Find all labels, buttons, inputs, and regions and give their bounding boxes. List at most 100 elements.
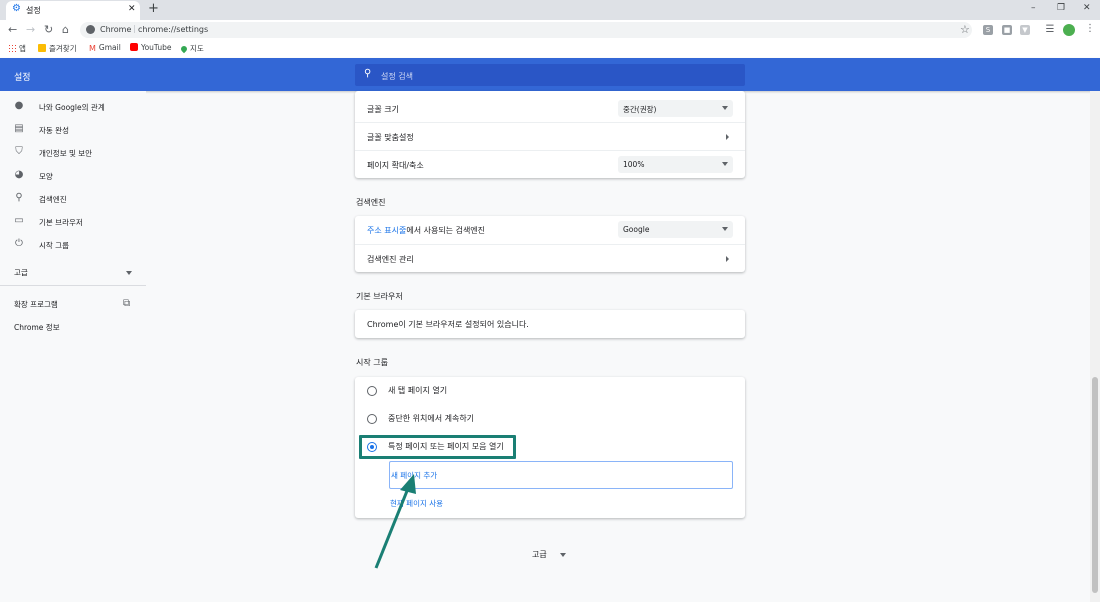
sidebar-about-chrome[interactable]: Chrome 정보 bbox=[0, 317, 146, 337]
sidebar-item-label: 시작 그룹 bbox=[39, 241, 69, 250]
sidebar-item-privacy[interactable]: ⛉ 개인정보 및 보안 bbox=[0, 143, 146, 163]
zoom-select[interactable]: 100% bbox=[618, 156, 733, 173]
add-page-field[interactable]: 새 페이지 추가 bbox=[389, 461, 733, 489]
sidebar-item-you-and-google[interactable]: ● 나와 Google의 관계 bbox=[0, 97, 146, 117]
search-icon: ⚲ bbox=[364, 68, 372, 79]
sidebar-item-label: 나와 Google의 관계 bbox=[39, 103, 105, 112]
advanced-toggle[interactable]: 고급 bbox=[532, 548, 572, 562]
gmail-icon: M bbox=[89, 44, 96, 53]
search-engine-card: 주소 표시줄에서 사용되는 검색엔진 Google 검색엔진 관리 bbox=[355, 216, 745, 272]
advanced-label: 고급 bbox=[532, 550, 547, 559]
home-icon[interactable]: ⌂ bbox=[62, 23, 69, 36]
appearance-card: 글꼴 크기 중간(권장) 글꼴 맞춤설정 페이지 확대/축소 100% bbox=[355, 91, 745, 178]
media-icon[interactable]: ☰ bbox=[1045, 25, 1055, 35]
sidebar-item-default-browser[interactable]: ▭ 기본 브라우저 bbox=[0, 212, 146, 232]
forward-icon[interactable]: → bbox=[26, 23, 35, 36]
bookmark-youtube[interactable]: YouTube bbox=[130, 43, 172, 52]
new-tab-button[interactable]: + bbox=[148, 1, 159, 16]
search-engine-value: Google bbox=[623, 225, 650, 234]
bookmark-maps[interactable]: 지도 bbox=[179, 43, 204, 54]
zoom-row: 페이지 확대/축소 100% bbox=[355, 150, 745, 179]
youtube-icon bbox=[130, 43, 138, 51]
person-icon: ● bbox=[14, 100, 24, 111]
extension-icon[interactable]: S bbox=[983, 25, 993, 35]
radio-button[interactable] bbox=[367, 414, 377, 424]
default-browser-status: Chrome이 기본 브라우저로 설정되어 있습니다. bbox=[367, 320, 529, 329]
manage-search-engines-row[interactable]: 검색엔진 관리 bbox=[355, 244, 745, 273]
chevron-right-icon bbox=[726, 134, 729, 140]
apps-grid-icon bbox=[8, 44, 16, 52]
bookmark-apps[interactable]: 앱 bbox=[8, 43, 26, 54]
search-engine-select[interactable]: Google bbox=[618, 221, 733, 238]
font-size-value: 중간(권장) bbox=[623, 105, 657, 114]
page-title: 설정 bbox=[14, 73, 31, 83]
tab-settings[interactable]: ⚙ 설정 ✕ bbox=[6, 1, 140, 20]
menu-icon[interactable]: ⋮ bbox=[1085, 23, 1095, 34]
bookmark-label: 즐겨찾기 bbox=[49, 44, 77, 53]
address-bar-link[interactable]: 주소 표시줄 bbox=[367, 226, 406, 235]
default-browser-section-title: 기본 브라우저 bbox=[356, 292, 403, 301]
close-window-button[interactable]: ✕ bbox=[1083, 3, 1091, 13]
bookmark-favorites[interactable]: 즐겨찾기 bbox=[38, 43, 77, 54]
bookmark-star-icon[interactable]: ☆ bbox=[960, 23, 970, 36]
restore-button[interactable]: ❐ bbox=[1057, 3, 1065, 13]
sidebar-item-startup[interactable]: ⏻ 시작 그룹 bbox=[0, 235, 146, 255]
font-size-label: 글꼴 크기 bbox=[367, 105, 399, 114]
startup-option-continue[interactable]: 중단한 위치에서 계속하기 bbox=[355, 405, 745, 433]
sidebar-item-label: 모양 bbox=[39, 172, 53, 181]
default-browser-card: Chrome이 기본 브라우저로 설정되어 있습니다. bbox=[355, 310, 745, 338]
gear-icon: ⚙ bbox=[12, 3, 21, 14]
chevron-right-icon bbox=[726, 256, 729, 262]
custom-fonts-row[interactable]: 글꼴 맞춤설정 bbox=[355, 122, 745, 151]
search-engine-section-title: 검색엔진 bbox=[356, 198, 386, 207]
minimize-button[interactable]: – bbox=[1031, 3, 1036, 13]
font-size-row: 글꼴 크기 중간(권장) bbox=[355, 94, 745, 122]
address-bar[interactable]: Chrome | chrome://settings ☆ bbox=[80, 22, 972, 38]
startup-option-new-tab[interactable]: 새 탭 페이지 열기 bbox=[355, 377, 745, 405]
sidebar-item-autofill[interactable]: ▤ 자동 완성 bbox=[0, 120, 146, 140]
sidebar: ● 나와 Google의 관계 ▤ 자동 완성 ⛉ 개인정보 및 보안 ◕ 모양… bbox=[0, 91, 146, 602]
sidebar-extensions[interactable]: 확장 프로그램 ⧉ bbox=[0, 294, 146, 314]
zoom-label: 페이지 확대/축소 bbox=[367, 161, 424, 170]
tab-strip: ⚙ 설정 ✕ + – ❐ ✕ bbox=[0, 0, 1100, 20]
custom-fonts-label: 글꼴 맞춤설정 bbox=[367, 133, 414, 142]
extension-icon[interactable]: ■ bbox=[1002, 25, 1012, 35]
sidebar-extensions-label: 확장 프로그램 bbox=[14, 300, 58, 309]
shield-icon: ⛉ bbox=[15, 146, 23, 157]
open-external-icon: ⧉ bbox=[123, 298, 131, 309]
chevron-down-icon bbox=[126, 271, 132, 275]
font-size-select[interactable]: 중간(권장) bbox=[618, 100, 733, 117]
dropdown-arrow-icon bbox=[722, 162, 728, 166]
sidebar-item-search-engine[interactable]: ⚲ 검색엔진 bbox=[0, 189, 146, 209]
sidebar-item-appearance[interactable]: ◕ 모양 bbox=[0, 166, 146, 186]
annotation-highlight-box bbox=[359, 435, 516, 459]
address-separator: | bbox=[133, 24, 136, 33]
back-icon[interactable]: ← bbox=[8, 23, 17, 36]
search-input[interactable] bbox=[379, 68, 723, 84]
sidebar-advanced[interactable]: 고급 bbox=[0, 262, 146, 282]
avatar[interactable] bbox=[1063, 24, 1075, 36]
scrollbar-thumb[interactable] bbox=[1092, 377, 1098, 593]
search-engine-row: 주소 표시줄에서 사용되는 검색엔진 Google bbox=[355, 216, 745, 244]
bookmark-label: Gmail bbox=[98, 43, 121, 52]
shield-extension-icon[interactable]: ▼ bbox=[1020, 25, 1030, 35]
search-icon: ⚲ bbox=[15, 192, 23, 203]
chevron-down-icon bbox=[560, 553, 566, 557]
manage-search-engines-label: 검색엔진 관리 bbox=[367, 255, 414, 264]
bookmarks-bar: 앱 즐겨찾기 M Gmail YouTube 지도 bbox=[0, 40, 1100, 59]
reload-icon[interactable]: ↻ bbox=[44, 23, 53, 36]
chrome-icon bbox=[86, 25, 95, 34]
sidebar-advanced-label: 고급 bbox=[14, 268, 28, 277]
startup-section-title: 시작 그룹 bbox=[356, 358, 388, 367]
settings-search[interactable]: ⚲ bbox=[355, 64, 745, 86]
bookmark-gmail[interactable]: M Gmail bbox=[89, 43, 121, 53]
settings-header: 설정 ⚲ bbox=[0, 58, 1100, 91]
annotation-arrow-shaft bbox=[374, 485, 411, 569]
radio-button[interactable] bbox=[367, 386, 377, 396]
tab-close-icon[interactable]: ✕ bbox=[128, 4, 136, 14]
search-engine-row-label: 주소 표시줄에서 사용되는 검색엔진 bbox=[367, 225, 485, 236]
dropdown-arrow-icon bbox=[722, 227, 728, 231]
sidebar-item-label: 검색엔진 bbox=[39, 195, 67, 204]
startup-option-label: 중단한 위치에서 계속하기 bbox=[388, 414, 475, 423]
browser-icon: ▭ bbox=[14, 215, 24, 226]
